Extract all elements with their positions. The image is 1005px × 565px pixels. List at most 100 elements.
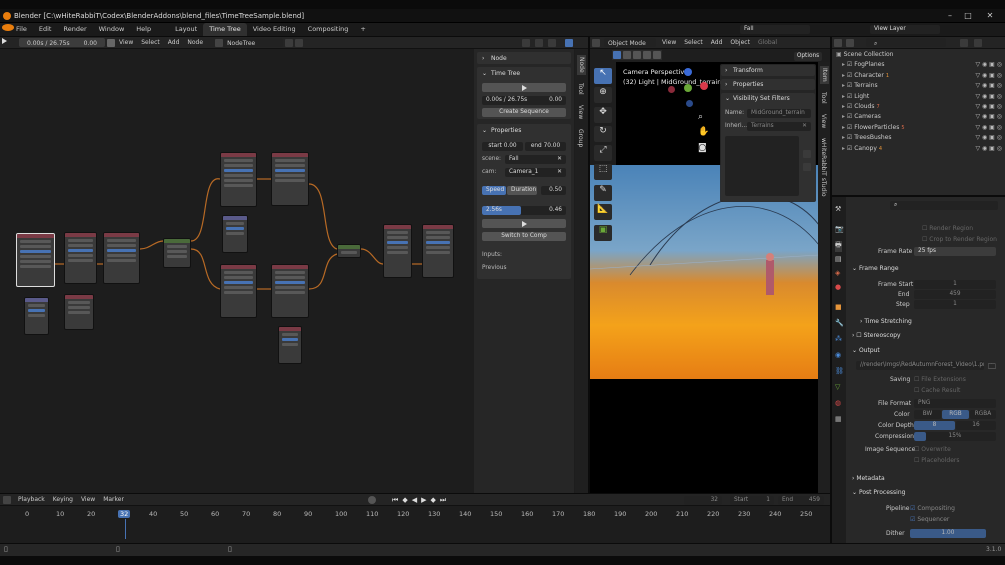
outliner-scene-collection[interactable]: ▣ Scene Collection <box>836 50 1004 60</box>
end-frame-field[interactable]: End 459 <box>778 496 824 505</box>
particles-tab-icon[interactable]: ⁂ <box>835 335 842 343</box>
visibility-toggles-icon[interactable]: ▽ ◉ ▣ ◎ <box>976 92 1002 102</box>
transform-tool-icon[interactable]: ⬚ <box>594 164 612 180</box>
backdrop-icon[interactable] <box>548 39 556 47</box>
menu-window[interactable]: Window <box>93 23 131 36</box>
clear-icon[interactable]: ✕ <box>557 155 562 164</box>
material-tab-icon[interactable]: ◍ <box>835 399 841 407</box>
cursor-tool-icon[interactable]: ⊕ <box>594 87 612 103</box>
file-format-dropdown[interactable]: PNG <box>914 399 996 408</box>
outliner-item[interactable]: ▸ ☑ Clouds 7 ▽ ◉ ▣ ◎ <box>836 102 1004 112</box>
cache-result-checkbox[interactable]: ☐ Cache Result <box>914 387 960 394</box>
list-paste-icon[interactable] <box>803 163 811 171</box>
editor-type-icon[interactable] <box>834 38 842 47</box>
properties-panel-header[interactable]: › Properties <box>721 79 815 90</box>
expand-icon[interactable]: ▸ <box>836 113 847 120</box>
scale-tool-icon[interactable]: ⤢ <box>594 145 612 161</box>
vis-name-field[interactable]: MidGround_terrain <box>747 109 811 118</box>
vp-tab-tool[interactable]: Tool <box>820 92 827 104</box>
expand-icon[interactable]: ▸ <box>836 134 847 141</box>
node-sequence-3[interactable] <box>103 232 140 284</box>
color-rgba-option[interactable]: RGBA <box>970 410 996 419</box>
outliner-item[interactable]: ▸ ☑ FlowerParticles 5 ▽ ◉ ▣ ◎ <box>836 123 1004 133</box>
playhead-frame-label[interactable]: 32 <box>118 510 131 518</box>
view-layer-tab-icon[interactable]: ▤ <box>835 255 842 263</box>
time-readout[interactable]: 0.00s / 26.75s 0.00 <box>482 96 566 105</box>
start-field[interactable]: start 0.00 <box>482 142 523 151</box>
compositing-checkbox[interactable]: ☑ Compositing <box>910 505 955 512</box>
timeline-menu-keying[interactable]: Keying <box>49 494 77 506</box>
new-collection-icon[interactable] <box>974 38 982 47</box>
navigation-gizmo[interactable] <box>664 66 714 112</box>
clock-icon[interactable] <box>3 495 11 504</box>
play-button[interactable] <box>482 83 566 92</box>
move-tool-icon[interactable]: ✥ <box>594 107 612 123</box>
view-layer-selector[interactable]: View Layer <box>870 25 940 34</box>
outliner-item[interactable]: ▸ ☑ Character 1 ▽ ◉ ▣ ◎ <box>836 71 1004 81</box>
render-tab-icon[interactable]: 📷 <box>835 225 844 233</box>
sequencer-checkbox[interactable]: ☑ Sequencer <box>910 516 949 523</box>
frame-rate-dropdown[interactable]: 25 fps <box>914 247 996 256</box>
node-menu-add[interactable]: Add <box>164 37 184 49</box>
node-sequence-2[interactable] <box>64 232 97 284</box>
menu-file[interactable]: File <box>10 23 33 36</box>
node-panel-header[interactable]: › Node <box>477 52 571 64</box>
select-invert-icon[interactable] <box>643 51 651 59</box>
next-key-icon[interactable]: ◆ <box>428 496 437 504</box>
viewport-menu-object[interactable]: Object <box>726 37 754 49</box>
orientation-dropdown[interactable]: Global <box>754 37 781 49</box>
expand-icon[interactable]: ▸ <box>836 124 847 131</box>
outliner-item[interactable]: ▸ ☑ Terrains ▽ ◉ ▣ ◎ <box>836 81 1004 91</box>
display-mode-icon[interactable] <box>846 38 854 47</box>
depth-8-option[interactable]: 8 <box>914 421 955 430</box>
list-copy-icon[interactable] <box>803 150 811 158</box>
play-forward-icon[interactable]: ▶ <box>419 496 428 504</box>
node-reroute-switch[interactable] <box>337 244 361 258</box>
expand-icon[interactable]: ▸ <box>836 61 847 68</box>
timeline-menu-marker[interactable]: Marker <box>99 494 128 506</box>
node-tree-type-icon[interactable] <box>215 38 224 47</box>
tab-time-tree[interactable]: Time Tree <box>203 23 247 36</box>
node-switch[interactable] <box>163 238 191 268</box>
stereoscopy-header[interactable]: › ☐ Stereoscopy <box>852 332 901 339</box>
vp-tab-item[interactable]: Item <box>820 66 829 84</box>
placeholders-checkbox[interactable]: ☐ Placeholders <box>914 457 959 464</box>
jump-end-icon[interactable]: ⏭ <box>438 496 448 505</box>
node-input-1[interactable] <box>24 297 49 335</box>
scene-selector[interactable]: Fall <box>740 25 810 34</box>
expand-icon[interactable]: ▸ <box>836 93 847 100</box>
expand-icon[interactable]: ▸ <box>836 82 847 89</box>
editor-type-icon[interactable] <box>592 38 600 47</box>
folder-icon[interactable]: 🗀 <box>988 361 996 375</box>
visibility-toggles-icon[interactable]: ▽ ◉ ▣ ◎ <box>976 81 1002 91</box>
camera-field[interactable]: Camera_1 ✕ <box>505 168 566 177</box>
scene-name[interactable]: Fall <box>740 25 810 34</box>
color-bw-option[interactable]: BW <box>914 410 941 419</box>
viewport-menu-view[interactable]: View <box>658 37 680 49</box>
visibility-toggles-icon[interactable]: ▽ ◉ ▣ ◎ <box>976 133 1002 143</box>
editor-type-icon[interactable] <box>107 38 115 47</box>
duration-value[interactable]: 0.50 <box>541 186 566 195</box>
select-tool-icon[interactable]: ↖ <box>594 68 612 84</box>
visibility-toggles-icon[interactable]: ▽ ◉ ▣ ◎ <box>976 102 1002 112</box>
tab-layout[interactable]: Layout <box>169 23 203 36</box>
viewport-menu-add[interactable]: Add <box>707 37 727 49</box>
frame-start-field[interactable]: 1 <box>914 280 996 289</box>
expand-icon[interactable]: ▸ <box>836 145 847 152</box>
sidebar-tab-group[interactable]: Group <box>577 129 584 147</box>
sidebar-tab-tool[interactable]: Tool <box>577 83 584 95</box>
pin-icon[interactable] <box>295 38 304 47</box>
snap-icon[interactable] <box>522 39 530 47</box>
node-input-4[interactable] <box>278 326 302 364</box>
snap-target-icon[interactable] <box>535 39 543 47</box>
constraints-tab-icon[interactable]: ⛓ <box>835 367 844 375</box>
node-sequence-7[interactable] <box>271 264 309 318</box>
outliner-item[interactable]: ▸ ☑ FogPlanes ▽ ◉ ▣ ◎ <box>836 60 1004 70</box>
scene-field[interactable]: Fall ✕ <box>505 155 566 164</box>
render-region-checkbox[interactable]: ☐ Render Region <box>922 225 973 232</box>
sidebar-tab-view[interactable]: View <box>577 105 584 119</box>
tab-video-editing[interactable]: Video Editing <box>247 23 302 36</box>
outliner-item[interactable]: ▸ ☑ Cameras ▽ ◉ ▣ ◎ <box>836 112 1004 122</box>
frame-step-field[interactable]: 1 <box>914 300 996 309</box>
node-sequence-8[interactable] <box>383 224 412 278</box>
